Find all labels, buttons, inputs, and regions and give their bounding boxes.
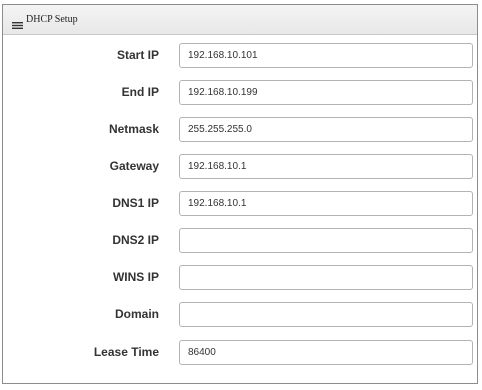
start-ip-input[interactable] — [179, 43, 473, 68]
dns2-ip-row: DNS2 IP — [3, 228, 477, 254]
dns2-ip-input[interactable] — [179, 228, 473, 253]
domain-label: Domain — [114, 307, 159, 321]
lease-time-label: Lease Time — [93, 345, 159, 359]
dns1-ip-input[interactable] — [179, 191, 473, 216]
dns1-ip-label: DNS1 IP — [112, 196, 159, 210]
lease-time-row: Lease Time — [3, 340, 477, 366]
panel-title: DHCP Setup — [26, 14, 78, 25]
wins-ip-label: WINS IP — [112, 270, 159, 284]
dns2-ip-label: DNS2 IP — [112, 233, 159, 247]
dns1-ip-row: DNS1 IP — [3, 191, 477, 217]
start-ip-label: Start IP — [116, 48, 159, 62]
gateway-row: Gateway — [3, 154, 477, 180]
end-ip-row: End IP — [3, 80, 477, 106]
netmask-input[interactable] — [179, 117, 473, 142]
end-ip-label: End IP — [121, 85, 159, 99]
panel-header: DHCP Setup — [3, 5, 477, 35]
gateway-input[interactable] — [179, 154, 473, 179]
start-ip-row: Start IP — [3, 43, 477, 69]
end-ip-input[interactable] — [179, 80, 473, 105]
wins-ip-row: WINS IP — [3, 265, 477, 291]
netmask-label: Netmask — [108, 122, 159, 136]
lease-time-input[interactable] — [179, 340, 473, 365]
wins-ip-input[interactable] — [179, 265, 473, 290]
dhcp-setup-panel: DHCP Setup Start IP End IP Netmask Gatew… — [2, 4, 478, 384]
domain-row: Domain — [3, 302, 477, 328]
gateway-label: Gateway — [109, 159, 159, 173]
list-icon — [12, 16, 23, 29]
domain-input[interactable] — [179, 302, 473, 327]
netmask-row: Netmask — [3, 117, 477, 143]
